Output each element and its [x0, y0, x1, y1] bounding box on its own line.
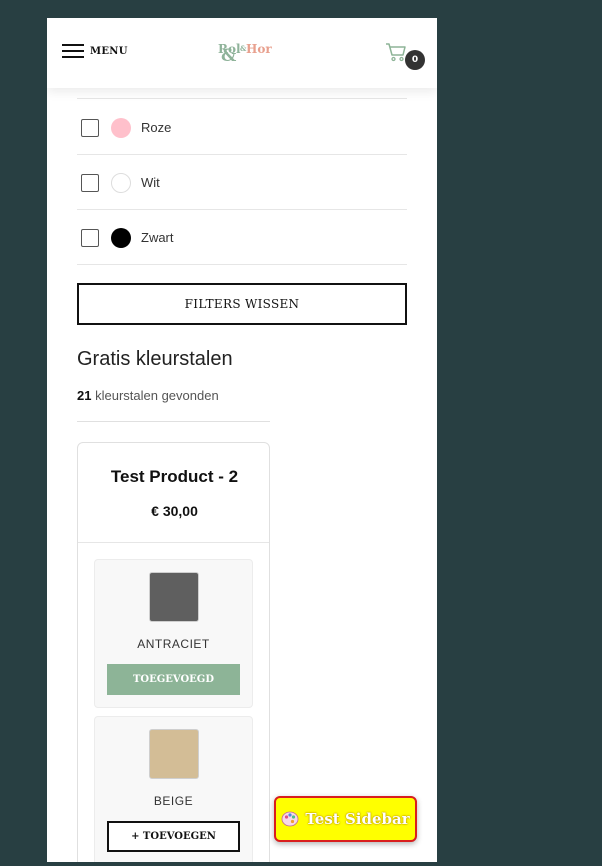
sample-color-chip: [149, 729, 199, 779]
mobile-page: MENU Rol & Hor & 0 Roze Wit Zwart FILTER…: [47, 18, 437, 862]
results-count-number: 21: [77, 388, 92, 403]
sample-name: BEIGE: [153, 794, 194, 808]
added-button[interactable]: TOEGEVOEGD: [107, 664, 240, 695]
color-swatch: [111, 173, 131, 193]
checkbox[interactable]: [81, 119, 99, 137]
color-filter-label: Zwart: [141, 230, 174, 245]
clear-filters-button[interactable]: FILTERS WISSEN: [77, 283, 407, 325]
logo-part-2: Hor: [246, 42, 272, 56]
site-header: MENU Rol & Hor & 0: [47, 18, 437, 88]
color-filter-label: Roze: [141, 120, 172, 135]
checkbox[interactable]: [81, 174, 99, 192]
color-sample-antraciet: ANTRACIET TOEGEVOEGD: [94, 559, 253, 708]
section-title: Gratis kleurstalen: [77, 348, 233, 370]
sample-color-chip: [149, 572, 199, 622]
add-sample-button[interactable]: + TOEVOEGEN: [107, 821, 240, 852]
palette-icon: [281, 811, 299, 827]
product-title: Test Product - 2: [110, 467, 239, 486]
checkbox[interactable]: [81, 229, 99, 247]
menu-label: MENU: [90, 46, 128, 57]
results-divider: [77, 421, 270, 422]
color-sample-beige: BEIGE + TOEVOEGEN: [94, 716, 253, 862]
product-price: € 30,00: [151, 503, 198, 519]
color-swatch: [111, 118, 131, 138]
results-count: 21 kleurstalen gevonden: [77, 388, 219, 403]
color-filter-zwart[interactable]: Zwart: [77, 209, 407, 265]
color-filter-roze[interactable]: Roze: [77, 99, 407, 155]
cart-icon: [386, 43, 406, 62]
card-divider: [78, 542, 269, 543]
product-card: Test Product - 2 € 30,00 ANTRACIET TOEGE…: [77, 442, 270, 862]
menu-button[interactable]: MENU: [62, 44, 128, 59]
hamburger-icon: [62, 44, 84, 59]
color-swatch: [111, 228, 131, 248]
cart-button[interactable]: 0: [385, 42, 425, 72]
sample-name: ANTRACIET: [137, 637, 210, 651]
logo[interactable]: Rol & Hor &: [218, 40, 272, 66]
color-filter-wit[interactable]: Wit: [77, 154, 407, 210]
test-sidebar-label: Test Sidebar: [305, 810, 410, 828]
color-filter-label: Wit: [141, 175, 160, 190]
cart-count-badge: 0: [405, 50, 425, 70]
logo-ampersand-large: &: [221, 46, 237, 66]
test-sidebar-button[interactable]: Test Sidebar: [274, 796, 417, 842]
results-count-label: kleurstalen gevonden: [95, 388, 219, 403]
